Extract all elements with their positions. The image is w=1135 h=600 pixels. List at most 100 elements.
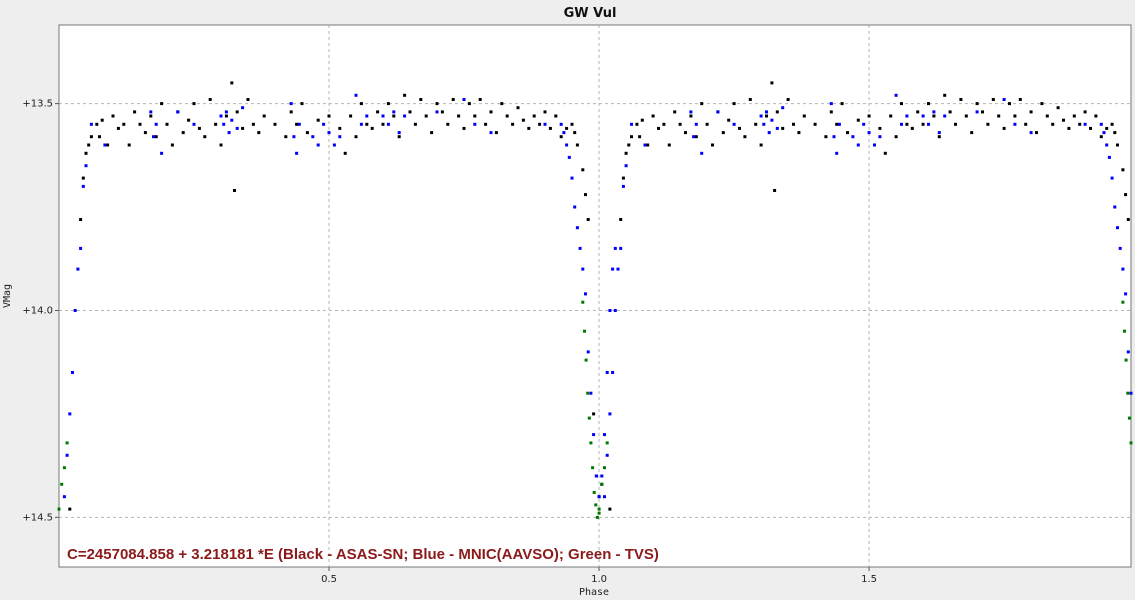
data-point — [616, 267, 620, 271]
data-point — [538, 122, 542, 126]
data-point — [621, 176, 625, 180]
data-point — [573, 131, 577, 135]
data-point — [894, 93, 898, 97]
data-point — [397, 135, 401, 139]
data-point — [559, 122, 563, 126]
data-point — [251, 122, 255, 126]
data-point — [584, 193, 587, 197]
data-point — [187, 118, 191, 122]
data-point — [257, 131, 261, 135]
data-point — [759, 114, 763, 118]
data-point — [597, 495, 601, 499]
data-point — [89, 122, 93, 126]
data-point — [316, 118, 320, 122]
data-point — [516, 106, 520, 110]
data-point — [60, 482, 64, 486]
data-point — [883, 151, 887, 155]
data-point — [894, 135, 898, 139]
data-point — [975, 110, 979, 114]
data-point — [667, 143, 671, 147]
data-point — [867, 114, 871, 118]
data-point — [419, 98, 423, 101]
data-point — [1126, 391, 1130, 395]
data-point — [230, 118, 234, 122]
data-point — [630, 135, 633, 139]
data-point — [567, 155, 571, 159]
data-point — [84, 151, 88, 155]
data-point — [246, 98, 250, 101]
data-point — [170, 143, 174, 147]
data-point — [127, 143, 131, 147]
data-point — [300, 102, 304, 106]
data-point — [1067, 126, 1071, 130]
y-axis-title: VMag — [2, 284, 13, 308]
data-point — [770, 118, 774, 122]
data-point — [365, 122, 369, 126]
data-point — [311, 135, 315, 139]
data-point — [775, 110, 779, 114]
data-point — [1013, 114, 1017, 118]
data-point — [338, 135, 342, 139]
data-point — [65, 453, 69, 457]
data-point — [222, 122, 226, 126]
chart: GW Vul 0.5 1.0 1.5 +13.5 +14.0 +14.5 Phase VM… — [0, 0, 1135, 600]
data-point — [608, 309, 612, 312]
data-point — [1105, 143, 1109, 147]
data-point — [603, 466, 606, 470]
data-point — [424, 114, 428, 118]
data-point — [624, 151, 628, 155]
data-point — [208, 98, 212, 101]
data-point — [192, 102, 196, 106]
data-point — [797, 131, 801, 135]
data-point — [578, 246, 582, 250]
data-point — [181, 131, 185, 135]
data-point — [152, 135, 155, 139]
data-point — [921, 122, 925, 126]
data-point — [1126, 218, 1130, 221]
data-point — [835, 151, 839, 155]
data-point — [611, 267, 615, 271]
data-point — [230, 81, 234, 85]
data-point — [297, 122, 301, 126]
data-point — [583, 329, 586, 333]
data-point — [224, 114, 228, 118]
data-point — [662, 122, 666, 126]
data-point — [1124, 292, 1128, 296]
data-point — [605, 371, 609, 374]
data-point — [1035, 131, 1038, 135]
data-point — [905, 122, 909, 126]
data-point — [781, 126, 785, 130]
data-point — [694, 135, 698, 139]
data-point — [613, 246, 617, 250]
data-point — [521, 118, 525, 122]
data-point — [489, 131, 493, 135]
data-point — [575, 226, 579, 230]
data-point — [1078, 122, 1082, 126]
data-point — [1124, 193, 1128, 197]
data-point — [910, 126, 914, 130]
data-point — [570, 122, 574, 126]
data-point — [273, 122, 277, 126]
data-point — [643, 143, 647, 147]
data-point — [638, 135, 642, 139]
data-point — [73, 309, 77, 312]
data-point — [289, 102, 293, 106]
data-point — [721, 131, 725, 135]
data-point — [392, 114, 396, 118]
data-point — [1029, 110, 1033, 114]
data-point — [76, 267, 80, 271]
data-point — [289, 110, 293, 114]
data-point — [197, 126, 201, 130]
data-point — [959, 98, 963, 101]
x-tick-label: 0.5 — [321, 574, 337, 585]
data-point — [689, 114, 693, 118]
data-point — [570, 176, 574, 180]
data-point — [743, 135, 747, 139]
data-point — [165, 122, 169, 126]
data-point — [349, 114, 353, 118]
data-point — [694, 122, 698, 126]
data-point — [1121, 267, 1125, 271]
data-point — [878, 135, 882, 139]
data-point — [1129, 391, 1133, 395]
data-point — [214, 122, 218, 126]
